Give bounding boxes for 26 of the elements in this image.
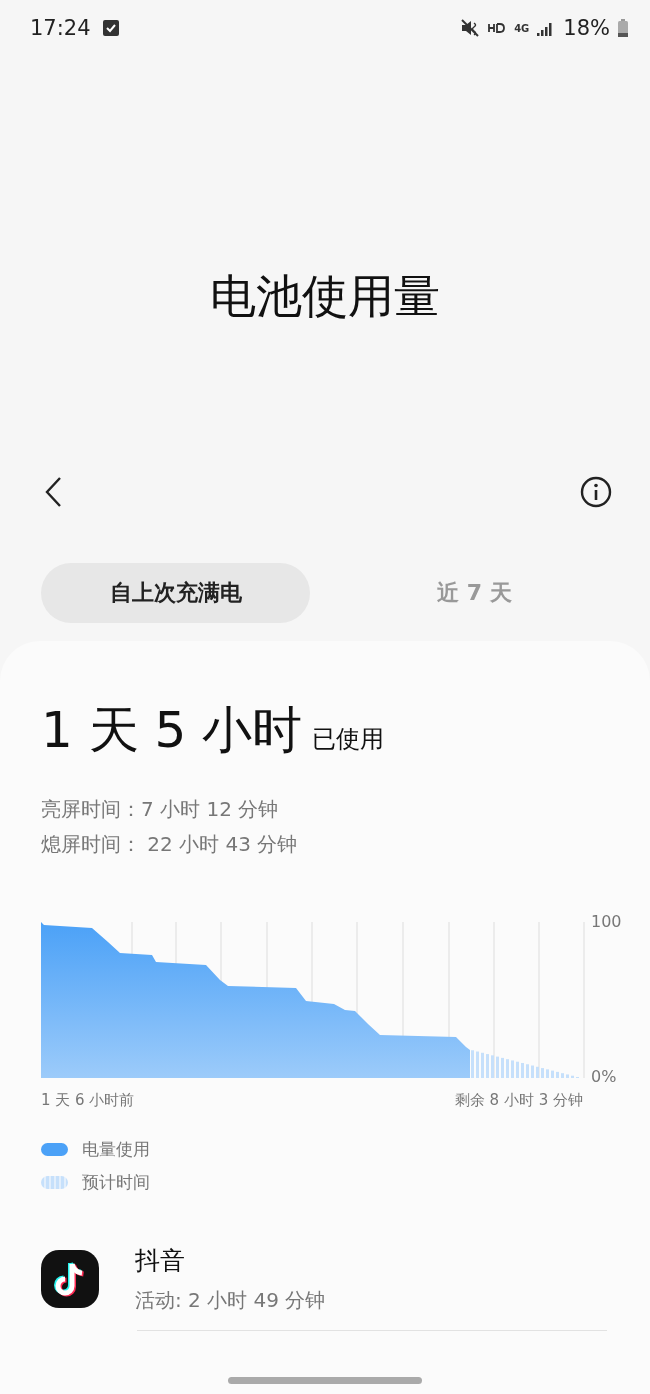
axis-label: 1 天 6 小时前 bbox=[41, 1091, 135, 1110]
mute-icon bbox=[460, 18, 481, 38]
checkbox-icon bbox=[102, 20, 119, 36]
network-label: 4G bbox=[514, 22, 530, 34]
axis-label: 剩余 8 小时 3 分钟 bbox=[454, 1091, 583, 1110]
hd-icon bbox=[488, 23, 507, 33]
axis-label: 0% bbox=[591, 1067, 617, 1086]
axis-label: 100 bbox=[591, 912, 622, 931]
status-time: 17:24 bbox=[30, 16, 91, 40]
screen-off-time: 熄屏时间： 22 小时 43 分钟 bbox=[41, 831, 299, 858]
app-name[interactable]: 抖音 bbox=[135, 1244, 326, 1277]
used-label: 已使用 bbox=[312, 724, 385, 755]
screen-on-time: 亮屏时间：7 小时 12 分钟 bbox=[41, 796, 280, 823]
page-title: 电池使用量 bbox=[209, 268, 441, 325]
music-note-icon[interactable] bbox=[41, 1250, 99, 1308]
battery-percent: 18% bbox=[563, 16, 610, 40]
battery-icon bbox=[618, 19, 628, 37]
legend-label: 预计时间 bbox=[82, 1171, 150, 1194]
used-duration: 1 天 5 小时 bbox=[41, 700, 303, 761]
app-activity: 活动: 2 小时 49 分钟 bbox=[135, 1287, 326, 1314]
legend-label: 电量使用 bbox=[82, 1138, 150, 1161]
tab[interactable]: 自上次充满电 bbox=[41, 563, 310, 623]
back-icon[interactable] bbox=[44, 476, 62, 508]
info-icon[interactable] bbox=[580, 476, 612, 508]
legend-swatch bbox=[41, 1143, 68, 1156]
legend-swatch bbox=[41, 1176, 68, 1189]
